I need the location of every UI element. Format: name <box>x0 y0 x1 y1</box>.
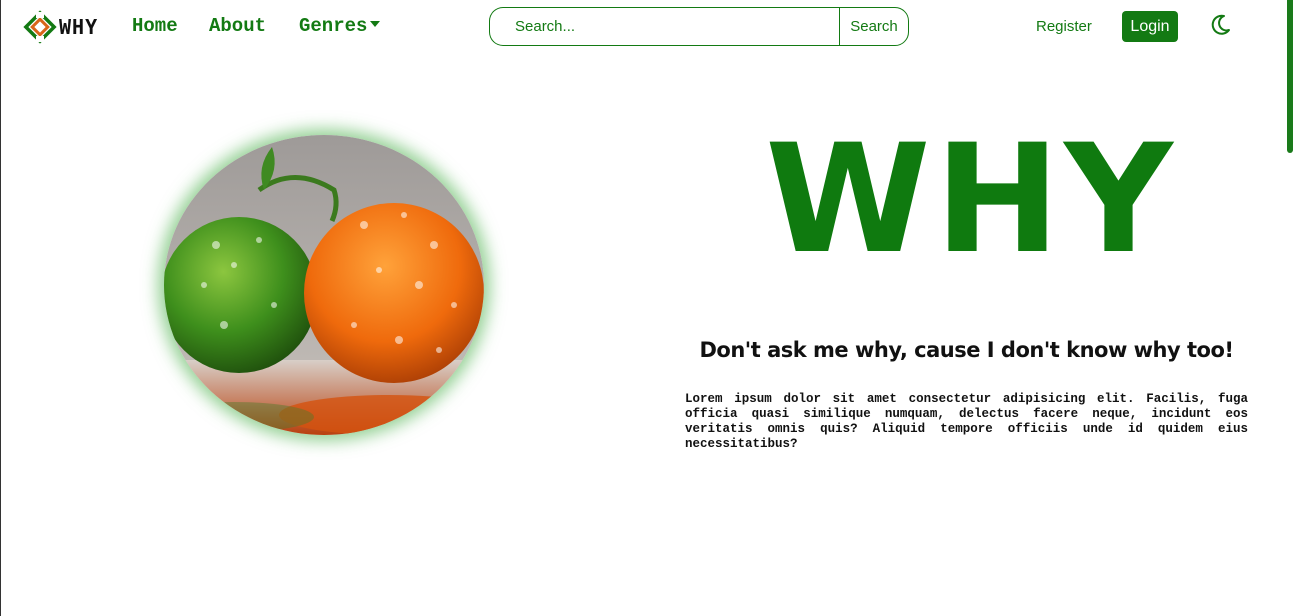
search-input[interactable] <box>489 7 839 46</box>
hero-title: WHY <box>765 113 1177 287</box>
brand-name: WHY <box>59 15 99 39</box>
register-link[interactable]: Register <box>1036 18 1092 35</box>
fruit-illustration <box>164 135 484 435</box>
hero-subtitle: Don't ask me why, cause I don't know why… <box>699 338 1234 362</box>
login-button[interactable]: Login <box>1122 11 1178 42</box>
moon-icon[interactable] <box>1211 14 1231 36</box>
nav-home-link[interactable]: Home <box>132 15 178 37</box>
brand[interactable]: WHY <box>23 10 98 44</box>
hero-description: Lorem ipsum dolor sit amet consectetur a… <box>685 392 1248 451</box>
nav-genres-label: Genres <box>299 15 368 37</box>
search-form: Search <box>489 7 909 46</box>
search-button[interactable]: Search <box>839 7 909 46</box>
nav-genres-dropdown[interactable]: Genres <box>299 15 381 37</box>
caret-down-icon <box>370 20 381 27</box>
navbar: WHY Home About Genres Search Register Lo… <box>1 0 1288 54</box>
brand-logo-icon <box>23 10 57 44</box>
fruit-image <box>164 135 484 435</box>
nav-about-link[interactable]: About <box>209 15 266 37</box>
